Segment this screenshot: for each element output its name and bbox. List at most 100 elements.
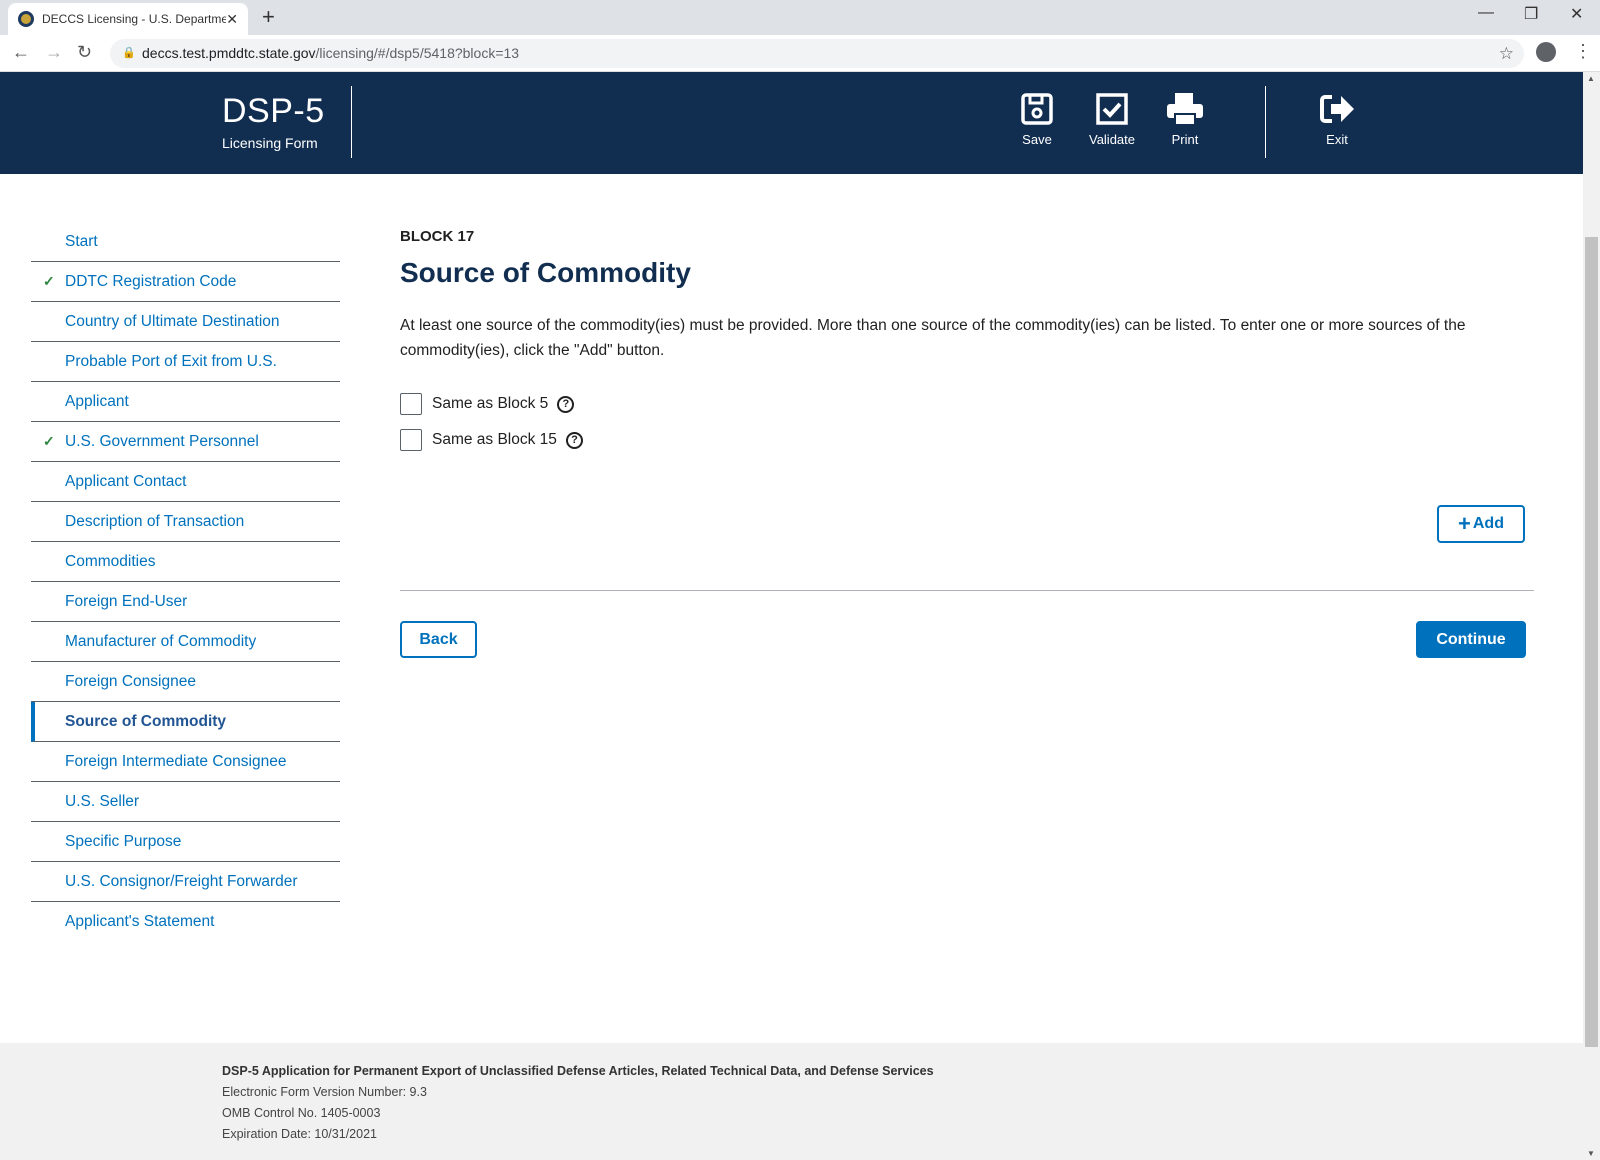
checkbox-box[interactable] (400, 429, 422, 451)
sidebar-item[interactable]: Foreign Consignee (31, 662, 340, 702)
sidebar-item-label: DDTC Registration Code (65, 272, 237, 290)
sidebar-nav: Start ✓ DDTC Registration Code Country of U… (31, 222, 340, 942)
site-favicon-icon (18, 11, 34, 27)
new-tab-icon[interactable]: + (262, 4, 275, 30)
save-icon (1021, 93, 1053, 125)
print-button[interactable]: Print (1150, 92, 1220, 147)
sidebar-item-label: Foreign Intermediate Consignee (65, 752, 287, 770)
sidebar-item[interactable]: Description of Transaction (31, 502, 340, 542)
block-label: BLOCK 17 (400, 228, 475, 245)
sidebar-item-label: U.S. Seller (65, 792, 140, 810)
sidebar-item-label: Foreign End-User (65, 592, 188, 610)
sidebar-item[interactable]: Probable Port of Exit from U.S. (31, 342, 340, 382)
sidebar-item-label: Applicant (65, 392, 129, 410)
header-divider (1265, 86, 1266, 158)
url-host: deccs.test.pmddtc.state.gov (142, 45, 316, 61)
brand: DSP-5 Licensing Form (222, 92, 352, 151)
sidebar-item[interactable]: Applicant's Statement (31, 902, 340, 942)
printer-icon (1167, 93, 1203, 126)
sidebar-item[interactable]: ✓ U.S. Government Personnel (31, 422, 340, 462)
save-button[interactable]: Save (1002, 92, 1072, 147)
footer-title: DSP-5 Application for Permanent Export o… (222, 1064, 934, 1078)
browser-menu-icon[interactable]: ⋮ (1574, 41, 1592, 62)
form-title: DSP-5 (222, 92, 325, 130)
scrollbar[interactable]: ▲ ▼ (1583, 72, 1600, 1160)
lock-icon: 🔒 (122, 47, 136, 59)
save-label: Save (1022, 132, 1052, 147)
browser-tab[interactable]: DECCS Licensing - U.S. Departme ✕ (8, 3, 248, 35)
scroll-down-icon[interactable]: ▼ (1587, 1149, 1595, 1158)
sidebar-item[interactable]: U.S. Consignor/Freight Forwarder (31, 862, 340, 902)
sidebar-item-label: Description of Transaction (65, 512, 245, 530)
sidebar-item[interactable]: Foreign End-User (31, 582, 340, 622)
sidebar-item[interactable]: Start (31, 222, 340, 262)
validate-label: Validate (1088, 132, 1135, 147)
exit-label: Exit (1326, 132, 1348, 147)
same-as-block-15-checkbox[interactable]: Same as Block 15 ? (400, 429, 1534, 451)
restore-icon[interactable]: ❐ (1524, 4, 1538, 24)
add-label: Add (1472, 515, 1504, 532)
continue-button[interactable]: Continue (1416, 621, 1526, 658)
form-version: Electronic Form Version Number: 9.3 (222, 1085, 427, 1099)
reload-icon[interactable]: ↻ (77, 42, 92, 63)
sidebar-item-label: U.S. Consignor/Freight Forwarder (65, 872, 298, 890)
sidebar-item-label: Manufacturer of Commodity (65, 632, 257, 650)
divider (400, 590, 1534, 591)
url-field[interactable]: 🔒 deccs.test.pmddtc.state.gov/licensing/… (110, 39, 1524, 68)
sidebar-item[interactable]: Specific Purpose (31, 822, 340, 862)
check-square-icon (1096, 93, 1128, 125)
back-button[interactable]: Back (400, 621, 477, 658)
print-label: Print (1171, 132, 1199, 147)
description: At least one source of the commodity(ies… (400, 317, 1466, 359)
sidebar-item[interactable]: Foreign Intermediate Consignee (31, 742, 340, 782)
footer: DSP-5 Application for Permanent Export o… (0, 1043, 1583, 1160)
sidebar-item-label: Commodities (65, 552, 156, 570)
checkbox-box[interactable] (400, 393, 422, 415)
checkmark-icon: ✓ (43, 433, 55, 449)
plus-icon: + (1458, 511, 1471, 536)
sidebar-item[interactable]: Commodities (31, 542, 340, 582)
validate-button[interactable]: Validate (1077, 92, 1147, 147)
omb-control: OMB Control No. 1405-0003 (222, 1106, 381, 1120)
form-subtitle: Licensing Form (222, 135, 318, 151)
sidebar-item-label: Country of Ultimate Destination (65, 312, 280, 330)
help-icon[interactable]: ? (557, 395, 575, 413)
sidebar-item-label: U.S. Government Personnel (65, 432, 259, 450)
sidebar-item[interactable]: Applicant (31, 382, 340, 422)
sidebar-item[interactable]: U.S. Seller (31, 782, 340, 822)
add-button[interactable]: + Add (1437, 505, 1525, 543)
header-divider (351, 86, 352, 158)
sidebar-item[interactable]: Source of Commodity (31, 702, 340, 742)
sign-out-icon (1320, 95, 1354, 123)
url-path: /licensing/#/dsp5/5418?block=13 (315, 45, 520, 61)
main-content: BLOCK 17 Source of Commodity At least on… (400, 228, 1534, 658)
scroll-up-icon[interactable]: ▲ (1587, 74, 1595, 83)
page-title: Source of Commodity (400, 257, 691, 288)
bookmark-star-icon[interactable]: ☆ (1499, 39, 1514, 68)
sidebar-item[interactable]: ✓ DDTC Registration Code (31, 262, 340, 302)
forward-arrow-icon[interactable]: → (45, 42, 63, 63)
close-window-icon[interactable]: ✕ (1570, 4, 1583, 24)
sidebar-item-label: Applicant Contact (65, 472, 187, 490)
checkbox-label: Same as Block 5 (432, 395, 549, 412)
sidebar-item[interactable]: Applicant Contact (31, 462, 340, 502)
exit-button[interactable]: Exit (1302, 92, 1372, 147)
sidebar-item-label: Foreign Consignee (65, 672, 196, 690)
sidebar-item[interactable]: Country of Ultimate Destination (31, 302, 340, 342)
app-header: DSP-5 Licensing Form Save Validate Print… (0, 72, 1583, 174)
sidebar-item[interactable]: Manufacturer of Commodity (31, 622, 340, 662)
minimize-icon[interactable]: — (1478, 4, 1494, 22)
help-icon[interactable]: ? (565, 431, 583, 449)
same-as-block-5-checkbox[interactable]: Same as Block 5 ? (400, 393, 1534, 415)
checkmark-icon: ✓ (43, 273, 55, 289)
tab-title: DECCS Licensing - U.S. Departme (42, 12, 227, 26)
back-arrow-icon[interactable]: ← (12, 42, 30, 63)
sidebar-item-label: Source of Commodity (65, 712, 227, 730)
sidebar-item-label: Probable Port of Exit from U.S. (65, 352, 277, 370)
sidebar-item-label: Start (65, 232, 98, 250)
account-icon[interactable] (1536, 42, 1556, 62)
scrollbar-thumb[interactable] (1585, 237, 1598, 1047)
address-bar-row: ← → ↻ 🔒 deccs.test.pmddtc.state.gov/lice… (0, 35, 1600, 72)
close-tab-icon[interactable]: ✕ (226, 11, 238, 28)
expiration-date: Expiration Date: 10/31/2021 (222, 1127, 377, 1141)
